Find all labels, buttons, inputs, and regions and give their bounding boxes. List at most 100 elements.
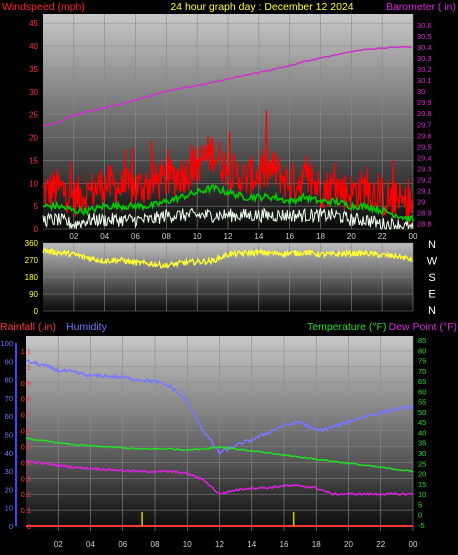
wind-x-tick-label: 18: [316, 232, 325, 241]
barometer-tick-label: 30.2: [417, 65, 432, 74]
barometer-tick-label: 28.8: [417, 219, 432, 228]
temperature-tick-label: 45: [418, 418, 426, 427]
rainfall-tick-label: 0.9: [21, 379, 31, 388]
wind-x-tick-label: 14: [254, 232, 263, 241]
humidity-tick-label: 0: [9, 522, 13, 531]
temperature-tick-label: 75: [418, 357, 426, 366]
wind-x-tick-label: 12: [224, 232, 233, 241]
humidity-tick-label: 50: [5, 431, 13, 440]
rainfall-tick-label: 1: [27, 363, 31, 372]
wind-x-tick-label: 20: [347, 232, 356, 241]
windspeed-tick-label: 10: [29, 179, 38, 188]
humidity-tick-label: 60: [5, 412, 13, 421]
temperature-tick-label: 65: [418, 377, 426, 386]
barometer-tick-label: 29: [417, 197, 425, 206]
wind-x-tick-label: 00: [409, 232, 418, 241]
wind-x-tick-label: 04: [100, 232, 109, 241]
temperature-tick-label: 70: [418, 367, 426, 376]
climate-x-tick-label: 10: [183, 540, 192, 549]
barometer-tick-label: 29.2: [417, 175, 432, 184]
wind-x-tick-label: 10: [193, 232, 202, 241]
climate-x-tick-label: 04: [86, 540, 95, 549]
climate-x-tick-label: 16: [280, 540, 289, 549]
climate-x-tick-label: 06: [118, 540, 127, 549]
barometer-tick-label: 29.8: [417, 109, 432, 118]
temperature-tick-label: 0: [418, 511, 422, 520]
direction-tick-label: 360: [25, 239, 39, 248]
humidity-tick-label: 30: [5, 467, 13, 476]
barometer-tick-label: 29.9: [417, 98, 432, 107]
climate-x-tick-label: 00: [409, 540, 418, 549]
windspeed-tick-label: 35: [29, 65, 38, 74]
wind-x-tick-label: 22: [378, 232, 387, 241]
temperature-tick-label: 40: [418, 428, 426, 437]
temperature-tick-label: 5: [418, 500, 422, 509]
windspeed-tick-label: 20: [29, 134, 38, 143]
temperature-tick-label: 60: [418, 387, 426, 396]
humidity-legend: Humidity: [66, 321, 108, 333]
humidity-tick-label: 80: [5, 376, 13, 385]
barometer-axis-label: Barometer ( in): [386, 1, 456, 13]
direction-tick-label: 180: [25, 273, 39, 282]
wind-x-tick-label: 08: [162, 232, 171, 241]
humidity-tick-label: 10: [5, 504, 13, 513]
barometer-tick-label: 30.4: [417, 43, 432, 52]
temperature-tick-label: 50: [418, 408, 426, 417]
barometer-tick-label: 30.6: [417, 21, 432, 30]
rainfall-tick-label: 0.7: [21, 411, 31, 420]
temperature-tick-label: 85: [418, 336, 426, 345]
climate-x-tick-label: 20: [344, 540, 353, 549]
climate-x-tick-label: 18: [312, 540, 321, 549]
humidity-tick-label: 20: [5, 485, 13, 494]
climate-x-tick-label: 12: [215, 540, 224, 549]
direction-tick-label: 270: [25, 256, 39, 265]
wind-x-tick-label: 16: [285, 232, 294, 241]
windspeed-tick-label: 40: [29, 42, 38, 51]
barometer-tick-label: 30.3: [417, 54, 432, 63]
humidity-tick-label: 40: [5, 449, 13, 458]
barometer-tick-label: 29.7: [417, 120, 432, 129]
graph-title: 24 hour graph day : December 12 2024: [170, 1, 353, 13]
barometer-tick-label: 29.3: [417, 164, 432, 173]
temperature-tick-label: 55: [418, 398, 426, 407]
rainfall-tick-label: 0.1: [21, 506, 31, 515]
windspeed-tick-label: 30: [29, 88, 38, 97]
compass-label: W: [427, 256, 438, 268]
weather-graph: Windspeed (mph) 24 hour graph day : Dece…: [0, 1, 457, 549]
temperature-tick-label: 30: [418, 449, 426, 458]
compass-label: E: [428, 289, 435, 301]
windspeed-tick-label: 0: [34, 225, 39, 234]
rainfall-tick-label: 0.2: [21, 490, 31, 499]
dewpoint-legend: Dew Point (°F): [389, 321, 457, 333]
rainfall-tick-label: 0.6: [21, 427, 31, 436]
temperature-tick-label: 35: [418, 439, 426, 448]
humidity-tick-label: 90: [5, 357, 13, 366]
rainfall-tick-label: 0.5: [21, 442, 31, 451]
temperature-legend: Temperature (°F): [307, 321, 386, 333]
direction-tick-label: 90: [29, 290, 38, 299]
windspeed-tick-label: 5: [34, 202, 39, 211]
windspeed-axis-label: Windspeed (mph): [2, 1, 85, 13]
barometer-tick-label: 29.6: [417, 131, 432, 140]
temperature-tick-label: 15: [418, 480, 426, 489]
compass-label: N: [428, 239, 436, 251]
barometer-tick-label: 29.4: [417, 153, 432, 162]
barometer-tick-label: 29.1: [417, 186, 432, 195]
windspeed-tick-label: 15: [29, 156, 38, 165]
wind-x-tick-label: 02: [69, 232, 78, 241]
climate-x-tick-label: 08: [151, 540, 160, 549]
compass-label: N: [428, 305, 436, 317]
windspeed-tick-label: 45: [29, 19, 38, 28]
rainfall-tick-label: 1.1: [21, 347, 31, 356]
temperature-tick-label: 25: [418, 459, 426, 468]
rainfall-tick-label: 0: [27, 522, 31, 531]
barometer-tick-label: 28.9: [417, 208, 432, 217]
climate-x-tick-label: 02: [54, 540, 63, 549]
windspeed-tick-label: 25: [29, 111, 38, 120]
barometer-tick-label: 30: [417, 87, 425, 96]
temperature-tick-label: 20: [418, 470, 426, 479]
rainfall-tick-label: 0.8: [21, 395, 31, 404]
climate-x-tick-label: 14: [247, 540, 256, 549]
rainfall-tick-label: 0.3: [21, 474, 31, 483]
humidity-tick-label: 100: [0, 339, 13, 348]
